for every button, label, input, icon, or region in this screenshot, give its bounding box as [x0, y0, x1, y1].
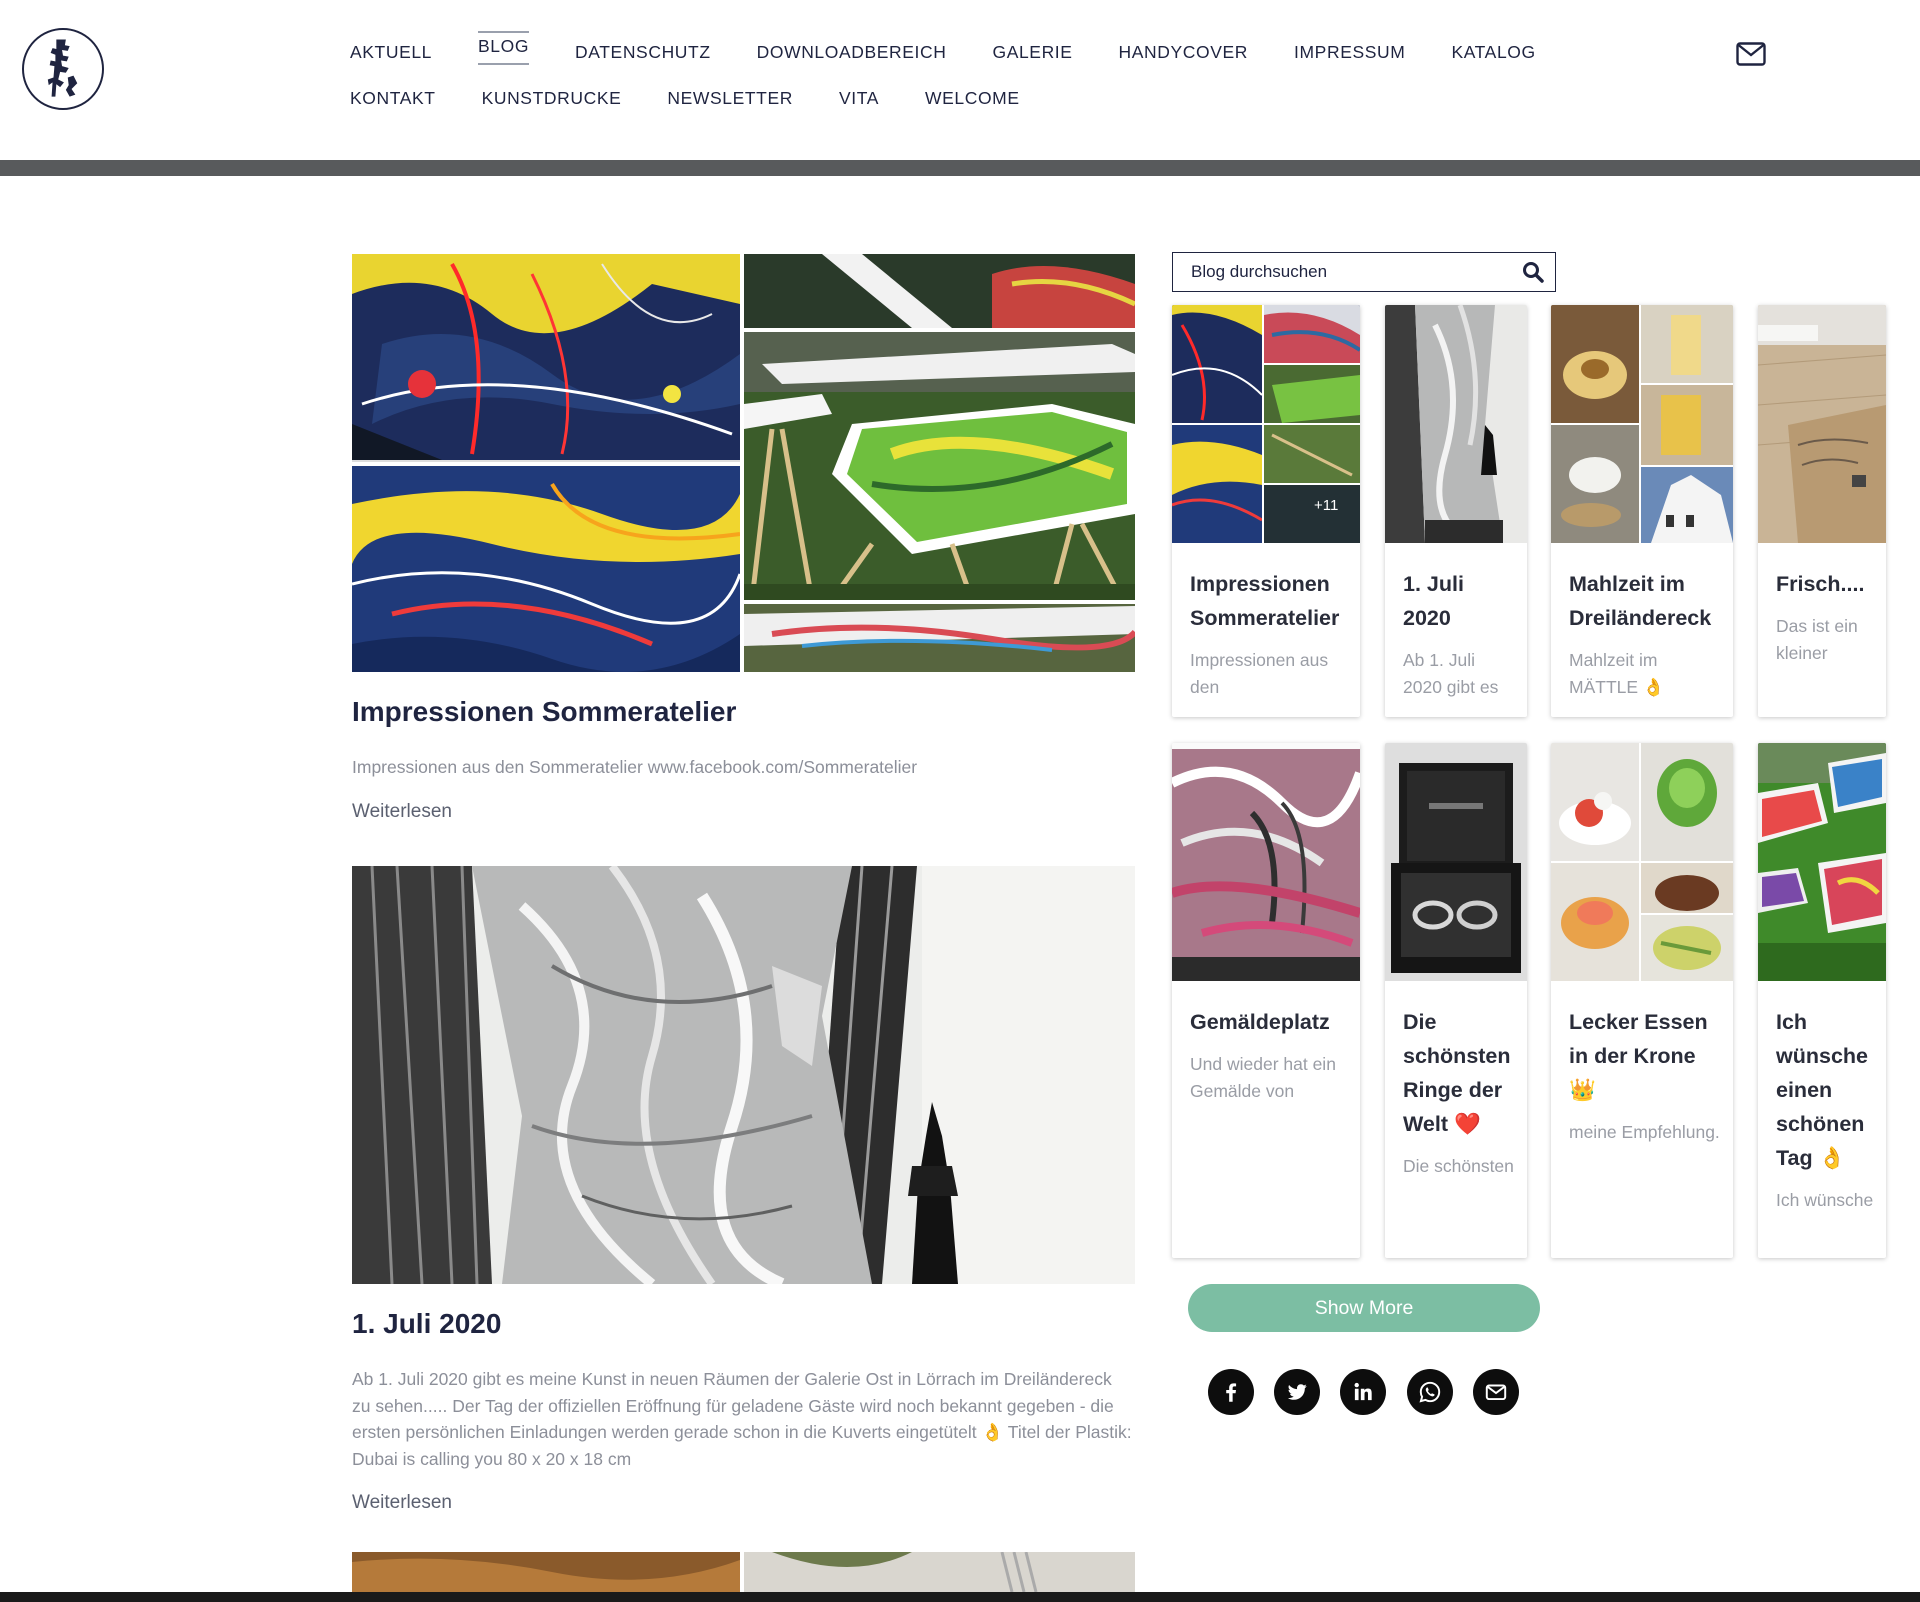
card-title: Gemäldeplatz	[1190, 1010, 1330, 1034]
meal-collage-thumbnail	[1551, 305, 1733, 543]
nav-item-aktuell[interactable]: AKTUELL	[350, 38, 432, 71]
linkedin-share-button[interactable]	[1340, 1369, 1386, 1415]
card-title: 1. Juli 2020	[1403, 572, 1464, 630]
card-excerpt: Die schönsten	[1403, 1156, 1514, 1176]
nav-item-welcome[interactable]: WELCOME	[925, 84, 1020, 117]
nav-item-handycover[interactable]: HANDYCOVER	[1119, 38, 1249, 71]
card-excerpt: meine Empfehlung.	[1569, 1122, 1720, 1142]
nav-item-newsletter[interactable]: NEWSLETTER	[667, 84, 793, 117]
whatsapp-icon	[1419, 1381, 1441, 1403]
whatsapp-share-button[interactable]	[1407, 1369, 1453, 1415]
painting-thumbnail	[1172, 743, 1360, 981]
garden-paintings-thumbnail	[1758, 743, 1886, 981]
main-navigation: AKTUELL BLOG DATENSCHUTZ DOWNLOADBEREICH…	[350, 31, 1550, 130]
post-excerpt: Impressionen aus den Sommeratelier www.f…	[352, 757, 918, 777]
nav-item-blog[interactable]: BLOG	[478, 31, 530, 65]
rings-box-thumbnail	[1385, 743, 1527, 981]
nav-item-datenschutz[interactable]: DATENSCHUTZ	[575, 38, 711, 71]
search-input[interactable]	[1173, 253, 1503, 290]
blog-card[interactable]: Frisch.... Das ist ein kleiner	[1758, 305, 1886, 717]
painting-collage-image	[352, 254, 1135, 672]
blog-post: Impressionen Sommeratelier Impressionen …	[352, 254, 1135, 823]
card-image: +11	[1172, 305, 1360, 543]
nav-item-downloadbereich[interactable]: DOWNLOADBEREICH	[757, 38, 947, 71]
facebook-icon	[1226, 1383, 1237, 1402]
email-icon	[1485, 1384, 1507, 1401]
blog-card[interactable]: Mahlzeit im Dreiländereck Mahlzeit im MÄ…	[1551, 305, 1733, 717]
mail-icon[interactable]	[1736, 42, 1766, 66]
read-more-link[interactable]: Weiterlesen	[352, 801, 452, 823]
nav-row-2: KONTAKT KUNSTDRUCKE NEWSLETTER VITA WELC…	[350, 84, 1550, 130]
card-title: Ich wünsche einen schönen Tag 👌	[1776, 1010, 1868, 1170]
page-bottom-edge	[0, 1592, 1920, 1602]
card-image	[1172, 743, 1360, 981]
post-excerpt: Ab 1. Juli 2020 gibt es meine Kunst in n…	[352, 1369, 1132, 1469]
card-title: Die schönsten Ringe der Welt ❤️	[1403, 1010, 1511, 1136]
nav-item-vita[interactable]: VITA	[839, 84, 879, 117]
post-title[interactable]: 1. Juli 2020	[352, 1308, 1135, 1348]
show-more-button[interactable]: Show More	[1188, 1284, 1540, 1332]
facebook-share-button[interactable]	[1208, 1369, 1254, 1415]
blog-card[interactable]: Die schönsten Ringe der Welt ❤️ Die schö…	[1385, 743, 1527, 1258]
card-excerpt: Das ist ein kleiner	[1776, 616, 1858, 663]
post-image-collage[interactable]	[352, 254, 1135, 672]
card-excerpt: Ab 1. Juli 2020 gibt es	[1403, 650, 1499, 697]
card-excerpt: Impressionen aus den	[1190, 650, 1329, 697]
post-image[interactable]	[352, 866, 1135, 1284]
blog-card[interactable]: Ich wünsche einen schönen Tag 👌 Ich wüns…	[1758, 743, 1886, 1258]
card-excerpt: Und wieder hat ein Gemälde von	[1190, 1054, 1336, 1101]
linkedin-icon	[1354, 1382, 1372, 1401]
header-divider	[0, 160, 1920, 176]
nav-item-kontakt[interactable]: KONTAKT	[350, 84, 436, 117]
logo-glyph-icon	[47, 39, 78, 97]
card-image	[1758, 305, 1886, 543]
post-title[interactable]: Impressionen Sommeratelier	[352, 696, 1135, 736]
blog-card[interactable]: Lecker Essen in der Krone 👑 meine Empfeh…	[1551, 743, 1733, 1258]
nav-item-impressum[interactable]: IMPRESSUM	[1294, 38, 1405, 71]
twitter-share-button[interactable]	[1274, 1369, 1320, 1415]
twitter-icon	[1287, 1384, 1307, 1400]
food-collage-thumbnail	[1551, 743, 1733, 981]
card-title: Impressionen Sommeratelier	[1190, 572, 1340, 630]
blog-card[interactable]: +11 Impressionen Sommeratelier Impressio…	[1172, 305, 1360, 717]
nav-item-kunstdrucke[interactable]: KUNSTDRUCKE	[482, 84, 622, 117]
read-more-link[interactable]: Weiterlesen	[352, 1492, 452, 1514]
card-title: Lecker Essen in der Krone 👑	[1569, 1010, 1708, 1102]
card-title: Frisch....	[1776, 572, 1865, 596]
card-image	[1758, 743, 1886, 981]
search-icon[interactable]	[1521, 260, 1545, 284]
card-image	[1385, 743, 1527, 981]
blog-search	[1172, 252, 1556, 292]
card-image	[1385, 305, 1527, 543]
site-logo[interactable]	[22, 28, 104, 110]
silver-sculpture-image	[352, 866, 1135, 1284]
card-image	[1551, 743, 1733, 981]
blog-card[interactable]: 1. Juli 2020 Ab 1. Juli 2020 gibt es	[1385, 305, 1527, 717]
food-photo-image	[352, 1552, 1135, 1592]
blog-post: 1. Juli 2020 Ab 1. Juli 2020 gibt es mei…	[352, 866, 1135, 1514]
site-header: AKTUELL BLOG DATENSCHUTZ DOWNLOADBEREICH…	[0, 0, 1920, 160]
blog-card[interactable]: Gemäldeplatz Und wieder hat ein Gemälde …	[1172, 743, 1360, 1258]
sculpture-thumbnail	[1385, 305, 1527, 543]
card-title: Mahlzeit im Dreiländereck	[1569, 572, 1712, 630]
more-images-badge: +11	[1314, 497, 1339, 514]
nav-item-katalog[interactable]: KATALOG	[1451, 38, 1535, 71]
nav-item-galerie[interactable]: GALERIE	[992, 38, 1072, 71]
nav-row-1: AKTUELL BLOG DATENSCHUTZ DOWNLOADBEREICH…	[350, 31, 1550, 84]
card-image	[1551, 305, 1733, 543]
card-excerpt: Mahlzeit im MÄTTLE 👌	[1569, 650, 1665, 697]
card-excerpt: Ich wünsche	[1776, 1190, 1874, 1210]
parquet-floor-thumbnail	[1758, 305, 1886, 543]
post-image-partial[interactable]	[352, 1552, 1135, 1592]
email-share-button[interactable]	[1473, 1369, 1519, 1415]
